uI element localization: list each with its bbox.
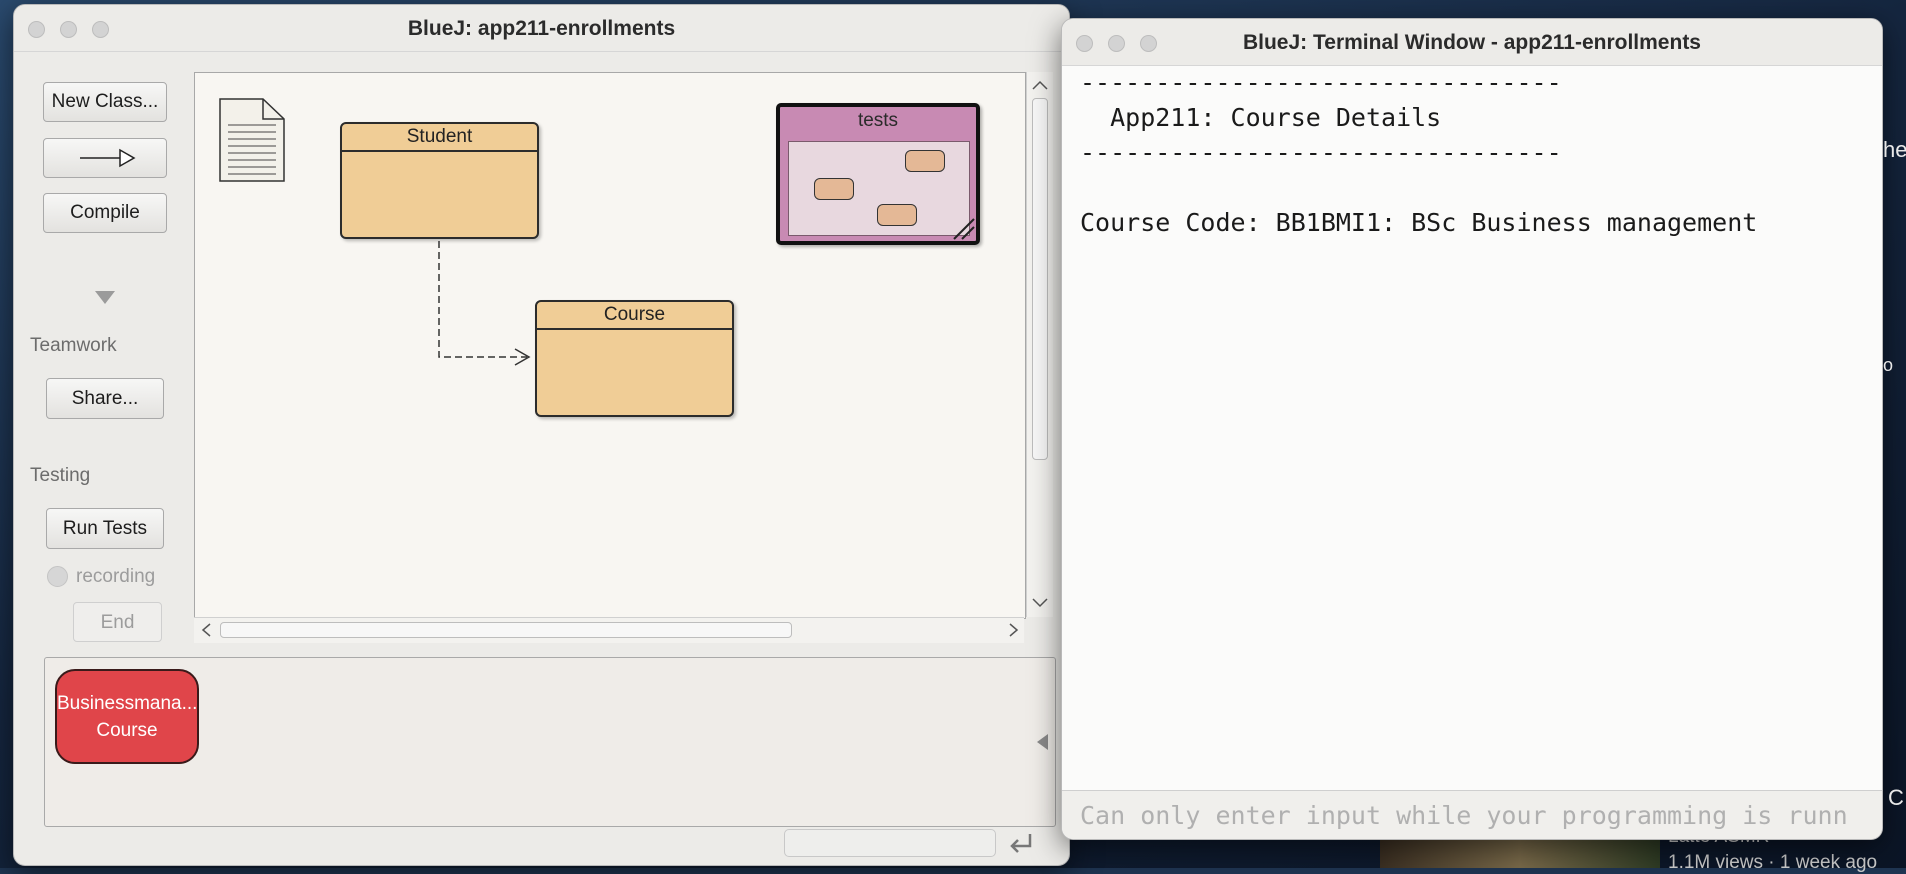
terminal-line: -------------------------------- [1080, 138, 1562, 167]
recording-label: recording [76, 566, 156, 587]
new-class-button[interactable]: New Class... [43, 82, 167, 122]
recording-indicator-icon [47, 566, 68, 587]
terminal-input-field[interactable]: Can only enter input while your programm… [1062, 790, 1882, 839]
scroll-left-icon[interactable] [200, 618, 214, 642]
package-name: tests [857, 110, 899, 131]
object-instance[interactable]: Businessmana... Course [55, 669, 199, 764]
package-inner-preview [788, 141, 970, 236]
vertical-scroll-thumb[interactable] [1032, 98, 1048, 460]
chevron-down-icon[interactable] [95, 291, 115, 305]
collapse-left-icon[interactable] [1035, 732, 1051, 752]
terminal-input-placeholder: Can only enter input while your programm… [1080, 801, 1848, 830]
testing-label: Testing [30, 465, 91, 486]
end-recording-button[interactable]: End [73, 602, 162, 642]
canvas-vertical-scrollbar[interactable] [1026, 72, 1053, 617]
compile-button[interactable]: Compile [43, 193, 167, 233]
share-button[interactable]: Share... [46, 378, 164, 419]
background-video-meta: 1.1M views · 1 week ago [1668, 852, 1878, 873]
object-bench[interactable]: Businessmana... Course [44, 657, 1056, 827]
resize-handle-icon [953, 218, 975, 240]
scroll-up-icon[interactable] [1028, 78, 1052, 92]
background-partial-text: o [1883, 355, 1894, 375]
terminal-output[interactable]: -------------------------------- App211:… [1062, 66, 1882, 791]
class-name: Student [342, 124, 537, 152]
dependency-arrow[interactable] [425, 239, 625, 379]
terminal-line: -------------------------------- [1080, 68, 1562, 97]
object-name: Businessmana... [57, 692, 198, 714]
object-type: Course [96, 719, 158, 741]
class-diagram-canvas[interactable]: Student Course tests [194, 72, 1026, 619]
terminal-titlebar: BlueJ: Terminal Window - app211-enrollme… [1062, 19, 1882, 66]
horizontal-scroll-thumb[interactable] [220, 622, 792, 638]
scroll-right-icon[interactable] [1006, 618, 1020, 642]
class-student[interactable]: Student [340, 122, 539, 239]
run-tests-button[interactable]: Run Tests [46, 508, 164, 549]
terminal-line: Course Code: BB1BMI1: BSc Business manag… [1080, 208, 1758, 237]
add-arrow-button[interactable] [43, 138, 167, 178]
package-class-icon [814, 178, 854, 200]
uses-arrow-icon [80, 148, 136, 168]
package-class-icon [877, 204, 917, 226]
terminal-window: BlueJ: Terminal Window - app211-enrollme… [1061, 18, 1883, 840]
status-field [784, 829, 996, 857]
main-titlebar: BlueJ: app211-enrollments [14, 5, 1069, 52]
readme-document-icon[interactable] [218, 97, 288, 183]
package-tests[interactable]: tests [776, 103, 980, 245]
background-partial-text: C [1888, 785, 1904, 810]
window-title: BlueJ: app211-enrollments [407, 17, 676, 40]
teamwork-label: Teamwork [30, 335, 117, 356]
canvas-horizontal-scrollbar[interactable] [194, 617, 1024, 643]
return-arrow-icon[interactable] [1004, 828, 1038, 856]
background-partial-text: he [1883, 137, 1906, 162]
window-title: BlueJ: Terminal Window - app211-enrollme… [1242, 31, 1701, 54]
scroll-down-icon[interactable] [1028, 596, 1052, 610]
bluej-main-window: BlueJ: app211-enrollments New Class... C… [13, 4, 1070, 866]
package-class-icon [905, 150, 945, 172]
terminal-line: App211: Course Details [1080, 103, 1442, 132]
